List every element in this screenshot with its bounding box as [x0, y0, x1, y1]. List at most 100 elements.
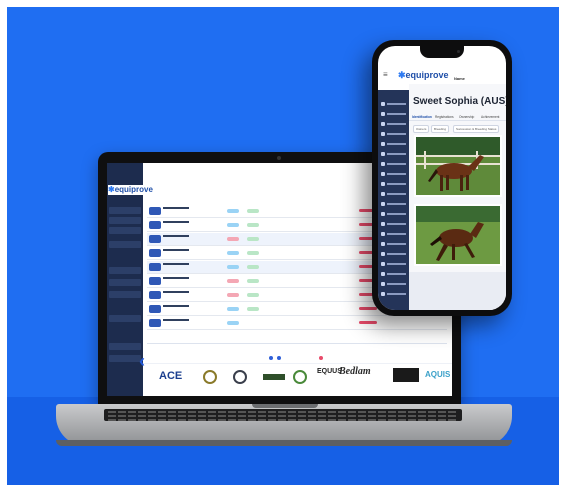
legend-dot	[277, 356, 281, 360]
nav-item[interactable]	[387, 123, 406, 125]
sidebar-item[interactable]	[109, 355, 141, 362]
horse-photo	[414, 204, 502, 266]
status-badge	[227, 223, 239, 227]
status-badge	[227, 293, 239, 297]
phone-footer	[409, 272, 506, 310]
subtab-owners[interactable]: Owners	[413, 125, 430, 133]
nav-item[interactable]	[387, 113, 406, 115]
horse-photo-graphic	[416, 206, 500, 264]
status-badge	[227, 279, 239, 283]
sidebar-item[interactable]	[109, 227, 141, 234]
status-badge	[227, 251, 239, 255]
nav-item[interactable]	[387, 283, 406, 285]
nav-item[interactable]	[387, 103, 406, 105]
status-badge	[247, 223, 259, 227]
tab-identification[interactable]: Identification	[412, 115, 432, 119]
status-badge	[247, 265, 259, 269]
pagination[interactable]	[147, 343, 447, 353]
sponsor-strip: ACE EQUUS Bedlam AQUIS	[143, 363, 452, 396]
detail-tabs: Identification Registrations Ownership A…	[409, 112, 506, 121]
legend-bar	[149, 356, 449, 361]
horse-thumbnail	[149, 207, 161, 215]
phone-logo: ✱equiprove	[398, 70, 449, 81]
sidebar-item[interactable]	[109, 279, 141, 286]
subtab-breeding[interactable]: Breeding	[431, 125, 450, 133]
nav-icon	[381, 232, 385, 236]
horse-thumbnail	[149, 263, 161, 271]
nav-item[interactable]	[387, 193, 406, 195]
nav-icon	[381, 142, 385, 146]
nav-icon	[381, 252, 385, 256]
legend-dot	[319, 356, 323, 360]
detail-subtabs: Owners Breeding Succession & Breeding St…	[411, 124, 506, 133]
horse-name	[163, 291, 189, 293]
nav-item[interactable]	[387, 253, 406, 255]
nav-icon	[381, 152, 385, 156]
nav-item[interactable]	[387, 243, 406, 245]
chevron-left-icon[interactable]: ‹	[139, 351, 145, 372]
nav-item[interactable]	[387, 263, 406, 265]
tab-ownership[interactable]: Ownership	[459, 115, 474, 119]
nav-item[interactable]	[387, 133, 406, 135]
status-badge	[247, 209, 259, 213]
horse-thumbnail	[149, 291, 161, 299]
horse-thumbnail	[149, 235, 161, 243]
brand-icon: ✱	[108, 185, 115, 194]
status-badge	[247, 251, 259, 255]
legend-dot	[269, 356, 273, 360]
nav-item[interactable]	[387, 273, 406, 275]
nav-item[interactable]	[387, 293, 406, 295]
status-badge	[227, 209, 239, 213]
nav-item[interactable]	[387, 143, 406, 145]
nav-icon	[381, 292, 385, 296]
sidebar-item[interactable]	[109, 207, 141, 214]
nav-item[interactable]	[387, 233, 406, 235]
horse-thumbnail	[149, 249, 161, 257]
status-badge	[227, 265, 239, 269]
status-badge	[227, 237, 239, 241]
nav-item[interactable]	[387, 163, 406, 165]
nav-icon	[381, 102, 385, 106]
sponsor-logo-graphic	[393, 368, 419, 382]
sidebar-item[interactable]	[109, 291, 141, 298]
table-row[interactable]	[147, 317, 447, 330]
nav-item[interactable]	[387, 173, 406, 175]
horse-name	[163, 235, 189, 237]
horse-name	[163, 249, 189, 251]
brand-icon: ✱	[398, 70, 406, 80]
tab-achievement[interactable]: Achievement	[481, 115, 499, 119]
nav-icon	[381, 132, 385, 136]
nav-item[interactable]	[387, 203, 406, 205]
horse-thumbnail	[149, 305, 161, 313]
laptop-hinge	[252, 404, 318, 408]
sidebar-item[interactable]	[109, 343, 141, 350]
nav-item[interactable]	[387, 183, 406, 185]
nav-icon	[381, 192, 385, 196]
name-column-header: Name	[454, 76, 465, 81]
sidebar-item[interactable]	[109, 217, 141, 224]
nav-icon	[381, 262, 385, 266]
sidebar-item[interactable]	[109, 267, 141, 274]
tab-registrations[interactable]: Registrations	[435, 115, 454, 119]
sidebar-item[interactable]	[109, 315, 141, 322]
nav-item[interactable]	[387, 223, 406, 225]
alert-badge	[359, 321, 377, 324]
status-badge	[247, 293, 259, 297]
sidebar-item[interactable]	[109, 241, 141, 248]
keyboard-row	[108, 411, 458, 413]
brand-name: equiprove	[405, 70, 449, 80]
page-title: Sweet Sophia (AUS) 2008	[413, 96, 506, 107]
menu-icon[interactable]: ≡	[383, 70, 388, 79]
horse-name	[163, 263, 189, 265]
marketing-mockup: ✱equiprove ACE EQUUS Bedlam AQUIS ‹ ≡ ✱e…	[0, 0, 566, 492]
nav-item[interactable]	[387, 153, 406, 155]
nav-item[interactable]	[387, 213, 406, 215]
alert-badge	[359, 307, 377, 310]
subtab-succession[interactable]: Succession & Breeding Status	[453, 125, 500, 133]
status-badge	[227, 307, 239, 311]
sponsor-seal	[293, 370, 307, 384]
sponsor-logo: Bedlam	[339, 366, 371, 377]
nav-icon	[381, 242, 385, 246]
status-badge	[227, 321, 239, 325]
horse-name	[163, 221, 189, 223]
